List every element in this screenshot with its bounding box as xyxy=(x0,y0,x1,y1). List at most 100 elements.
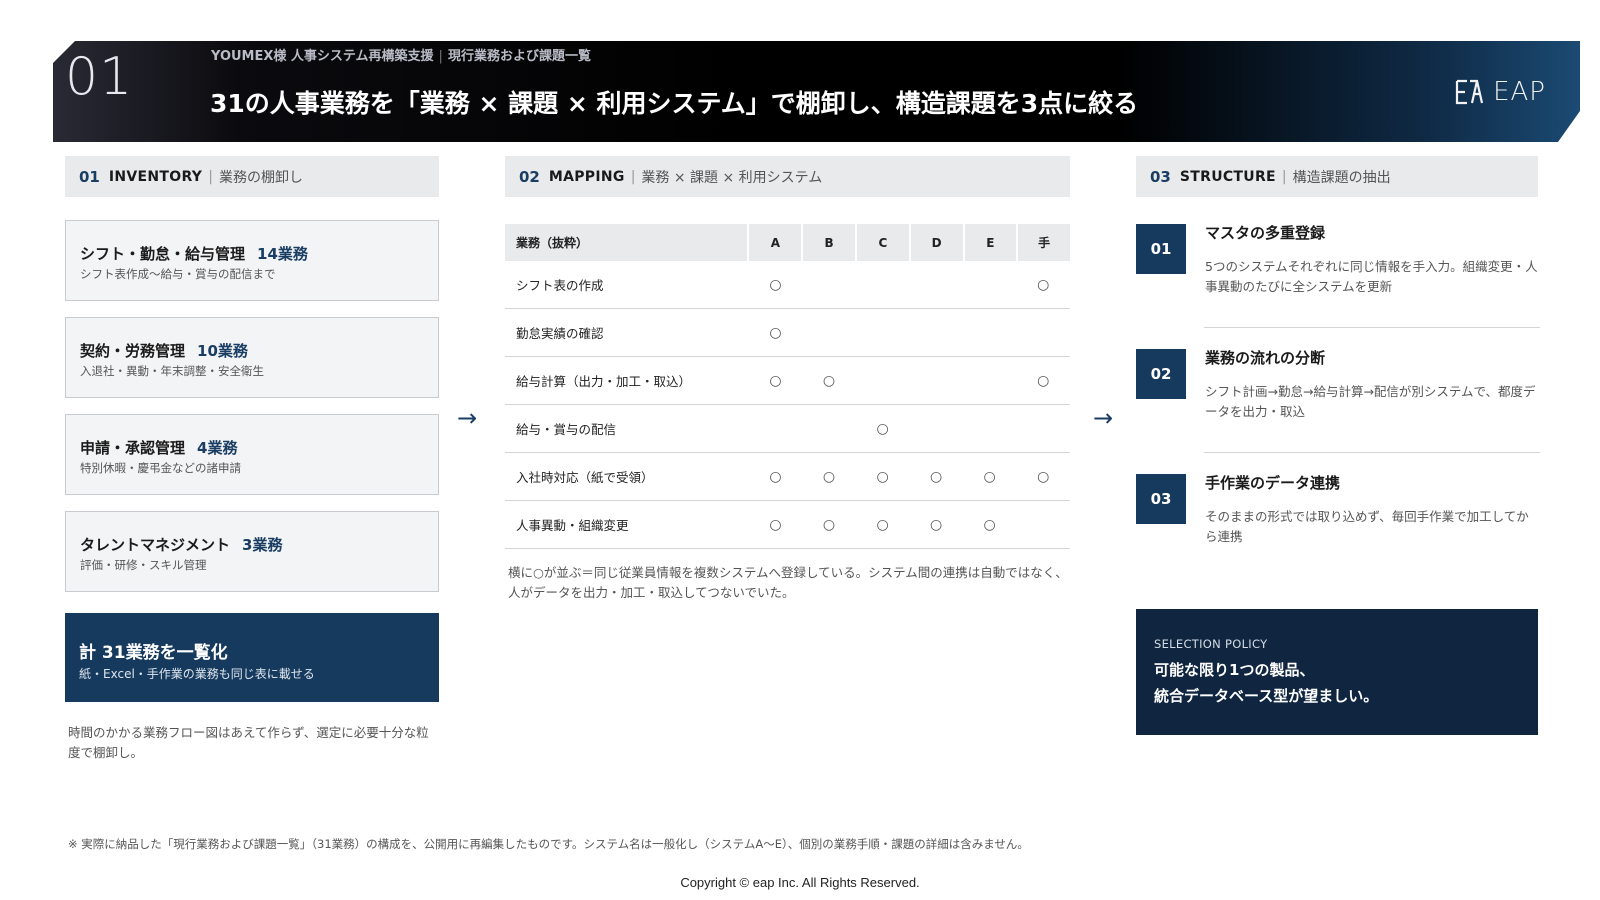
inventory-card-title: シフト・勤怠・給与管理 xyxy=(80,245,246,263)
eap-logo: EAP xyxy=(1453,77,1546,107)
inventory-card-desc: 特別休暇・慶弔金などの諸申請 xyxy=(80,461,241,475)
inventory-card-title-row: 申請・承認管理 4業務 xyxy=(80,437,438,458)
table-cell-mark: ○ xyxy=(1037,468,1050,485)
table-row: 給与計算（出力・加工・取込） ○ ○ ○ xyxy=(505,357,1070,405)
section-head-structure: 03 STRUCTURE | 構造課題の抽出 xyxy=(1136,156,1538,197)
issue-desc: シフト計画→勤怠→給与計算→配信が別システムで、都度データを出力・取込 xyxy=(1205,384,1536,419)
table-cell-mark: ○ xyxy=(930,516,943,533)
inventory-card-count: 14業務 xyxy=(257,245,308,263)
inventory-card-title: タレントマネジメント xyxy=(80,536,231,554)
page-title: 31の人事業務を「業務 × 課題 × 利用システム」で棚卸し、構造課題を3点に絞… xyxy=(210,89,1139,118)
mapping-note: 横に○が並ぶ＝同じ従業員情報を複数システムへ登録している。システム間の連携は自動… xyxy=(508,565,1068,600)
issue-title: 手作業のデータ連携 xyxy=(1205,474,1341,492)
table-cell-mark: ○ xyxy=(822,468,836,485)
table-header-task: 業務（抜粋） xyxy=(505,224,748,261)
table-cell-mark: ○ xyxy=(876,468,889,485)
inventory-card-title-row: シフト・勤怠・給与管理 14業務 xyxy=(80,243,438,264)
section-label-jp: 業務 × 課題 × 利用システム xyxy=(641,169,823,186)
table-cell-mark: ○ xyxy=(822,372,836,389)
inventory-card-count: 10業務 xyxy=(197,342,248,360)
inventory-card: タレントマネジメント 3業務 評価・研修・スキル管理 xyxy=(65,511,439,592)
issue-title: 業務の流れの分断 xyxy=(1205,349,1326,367)
inventory-note: 時間のかかる業務フロー図はあえて作らず、選定に必要十分な粒度で棚卸し。 xyxy=(68,725,429,760)
divider xyxy=(1204,327,1540,328)
inventory-card-title: 契約・労務管理 xyxy=(80,342,186,360)
footnote: ※ 実際に納品した「現行業務および課題一覧」（31業務）の構成を、公開用に再編集… xyxy=(68,837,1029,851)
page-number: 01 xyxy=(65,47,134,107)
client-label: YOUMEX様 人事システム再構築支援 xyxy=(211,49,434,64)
table-cell-task: 給与計算（出力・加工・取込） xyxy=(516,374,692,389)
inventory-card-count: 3業務 xyxy=(242,536,283,554)
table-header-row: 業務（抜粋） A B C D E 手 xyxy=(505,224,1071,261)
inventory-card-desc: 入退社・異動・年末調整・安全衛生 xyxy=(80,364,264,378)
table-cell-mark: ○ xyxy=(769,276,782,293)
table-cell-mark: ○ xyxy=(876,420,889,437)
issue-number-badge: 01 xyxy=(1136,224,1186,274)
policy-line: 可能な限り1つの製品、 xyxy=(1154,661,1315,679)
issue-desc: 5つのシステムそれぞれに同じ情報を手入力。組織変更・人事異動のたびに全システムを… xyxy=(1205,259,1538,294)
table-cell-mark: ○ xyxy=(876,516,889,533)
section-number: 01 xyxy=(79,167,100,186)
inventory-total-title: 計 31業務を一覧化 xyxy=(79,643,228,663)
inventory-card-desc: シフト表作成〜給与・賞与の配信まで xyxy=(80,267,276,281)
mapping-table: 業務（抜粋） A B C D E 手 シフト表の作成 ○ ○ 勤怠実績の確認 ○ 給与計算… xyxy=(505,224,1071,549)
doc-label: 現行業務および課題一覧 xyxy=(447,49,591,64)
inventory-card-title: 申請・承認管理 xyxy=(80,439,186,457)
inventory-card: シフト・勤怠・給与管理 14業務 シフト表作成〜給与・賞与の配信まで xyxy=(65,220,439,301)
table-cell-task: 給与・賞与の配信 xyxy=(516,422,617,437)
table-cell-mark: ○ xyxy=(822,516,836,533)
inventory-total-desc: 紙・Excel・手作業の業務も同じ表に載せる xyxy=(79,667,315,681)
policy-line: 統合データベース型が望ましい。 xyxy=(1154,687,1379,705)
table-cell-mark: ○ xyxy=(983,468,996,485)
policy-label: SELECTION POLICY xyxy=(1154,637,1268,651)
table-cell-mark: ○ xyxy=(769,468,782,485)
section-head-mapping: 02 MAPPING | 業務 × 課題 × 利用システム xyxy=(505,156,1070,197)
header-banner: 01 YOUMEX様 人事システム再構築支援 | 現行業務および課題一覧 31の人事… xyxy=(53,41,1580,142)
inventory-card-count: 4業務 xyxy=(197,439,238,457)
copyright: Copyright © eap Inc. All Rights Reserved… xyxy=(680,875,920,890)
table-header-system: C xyxy=(856,224,909,261)
issue-title: マスタの多重登録 xyxy=(1205,224,1326,242)
table-row: 給与・賞与の配信 ○ xyxy=(505,405,1070,453)
issue-number-badge: 03 xyxy=(1136,474,1186,524)
table-row: 入社時対応（紙で受領） ○ ○ ○ ○ ○ ○ xyxy=(505,453,1070,501)
table-header-system: 手 xyxy=(1018,224,1071,261)
section-label-jp: 構造課題の抽出 xyxy=(1292,169,1391,186)
section-separator: | xyxy=(630,168,636,185)
eap-logo-mark-icon xyxy=(1453,77,1487,107)
arrow-right-icon: → xyxy=(457,404,478,432)
section-separator: | xyxy=(208,168,213,185)
breadcrumb: YOUMEX様 人事システム再構築支援 | 現行業務および課題一覧 xyxy=(211,45,591,64)
table-cell-mark: ○ xyxy=(769,324,782,341)
table-header-system: D xyxy=(910,224,963,261)
table-cell-mark: ○ xyxy=(983,516,996,533)
inventory-card: 契約・労務管理 10業務 入退社・異動・年末調整・安全衛生 xyxy=(65,317,439,398)
table-row: シフト表の作成 ○ ○ xyxy=(505,261,1070,309)
table-cell-task: 人事異動・組織変更 xyxy=(516,518,629,533)
selection-policy-box: SELECTION POLICY 可能な限り1つの製品、 統合データベース型が望… xyxy=(1136,609,1538,735)
issue-number-badge: 02 xyxy=(1136,349,1186,399)
table-body: シフト表の作成 ○ ○ 勤怠実績の確認 ○ 給与計算（出力・加工・取込） ○ ○ ○ 給与・賞与の… xyxy=(505,261,1070,549)
section-number: 02 xyxy=(519,167,540,186)
table-cell-task: 入社時対応（紙で受領） xyxy=(516,470,654,485)
section-label-jp: 業務の棚卸し xyxy=(218,169,303,186)
breadcrumb-separator: | xyxy=(438,49,443,64)
table-cell-mark: ○ xyxy=(769,516,782,533)
table-cell-task: シフト表の作成 xyxy=(516,278,604,293)
divider xyxy=(1204,452,1540,453)
issue-desc: そのままの形式では取り込めず、毎回手作業で加工してから連携 xyxy=(1205,509,1529,544)
section-separator: | xyxy=(1281,168,1287,185)
table-cell-mark: ○ xyxy=(769,372,782,389)
table-cell-mark: ○ xyxy=(1037,276,1050,293)
inventory-card-title-row: 契約・労務管理 10業務 xyxy=(80,340,438,361)
section-label-en: INVENTORY xyxy=(108,168,203,185)
inventory-card-title-row: タレントマネジメント 3業務 xyxy=(80,534,438,555)
section-number: 03 xyxy=(1150,167,1171,186)
table-header-system: A xyxy=(749,224,802,261)
table-cell-mark: ○ xyxy=(930,468,943,485)
inventory-total-box: 計 31業務を一覧化 紙・Excel・手作業の業務も同じ表に載せる xyxy=(65,613,439,702)
section-head-inventory: 01 INVENTORY | 業務の棚卸し xyxy=(65,156,439,197)
policy-text: 可能な限り1つの製品、 統合データベース型が望ましい。 xyxy=(1154,657,1538,709)
section-label-en: STRUCTURE xyxy=(1179,168,1276,185)
table-row: 勤怠実績の確認 ○ xyxy=(505,309,1070,357)
